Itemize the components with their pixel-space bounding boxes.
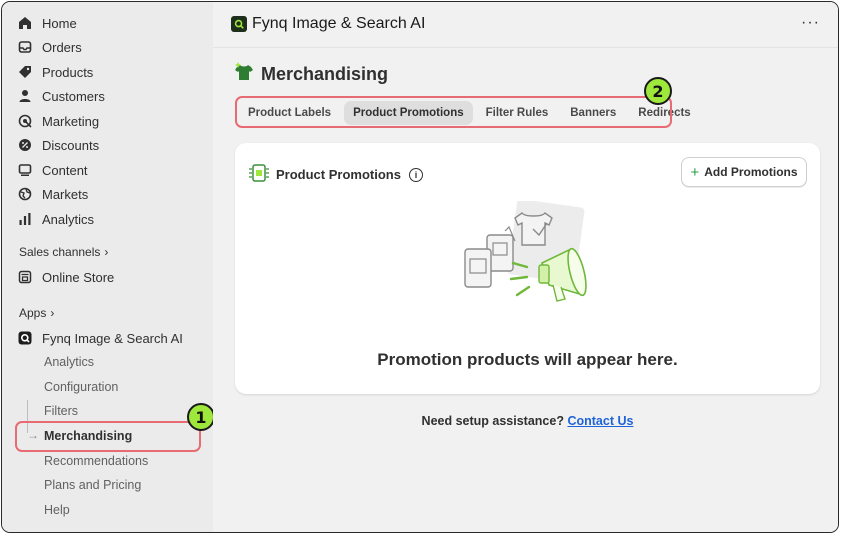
sales-channels-header[interactable]: Sales channels › [19,245,108,259]
sidebar-item-customers[interactable]: Customers [18,85,203,107]
tshirt-sparkle-icon [233,62,255,87]
sidebar-item-label: Products [42,64,94,80]
sidebar-item-label: Discounts [42,137,100,153]
more-actions-button[interactable]: ··· [801,14,820,32]
content-icon [18,163,32,177]
sidebar-subitem-recommendations[interactable]: Recommendations [44,451,148,471]
empty-state-message: Promotion products will appear here. [377,350,678,369]
sidebar-item-orders[interactable]: Orders [18,36,203,58]
sidebar-item-analytics[interactable]: Analytics [18,208,203,230]
page-title: Merchandising [233,62,388,87]
orders-icon [18,40,32,54]
sidebar-item-home[interactable]: Home [18,12,203,34]
apps-header[interactable]: Apps › [19,306,54,320]
sidebar-item-label: Online Store [42,269,115,285]
sidebar-subitem-analytics[interactable]: Analytics [44,352,94,372]
sidebar-subitem-help[interactable]: Help [44,500,70,520]
sidebar-item-label: Analytics [42,211,95,227]
sidebar-item-marketing[interactable]: Marketing [18,110,203,132]
setup-assistance: Need setup assistance? Contact Us [421,414,634,428]
fynq-logo-icon [18,331,32,345]
info-icon[interactable]: i [408,167,423,182]
sidebar-subitem-plans-and-pricing[interactable]: Plans and Pricing [44,475,141,495]
person-icon [18,89,32,103]
sidebar-item-discounts[interactable]: Discounts [18,134,203,156]
sidebar-item-label: Orders [42,39,82,55]
sidebar-item-label: Markets [42,186,89,202]
sidebar-subitem-configuration[interactable]: Configuration [44,377,118,397]
sidebar-item-label: Marketing [42,113,100,129]
main-content: Fynq Image & Search AI ··· Merchandising… [213,2,838,532]
contact-us-link[interactable]: Contact Us [567,414,633,428]
add-promotions-button[interactable]: + Add Promotions [681,157,807,187]
sidebar: Home Orders Products Customers Marketing… [2,2,215,532]
globe-icon [18,187,32,201]
discount-icon [18,138,32,152]
sidebar-item-label: Content [42,162,88,178]
empty-state-illustration [464,201,587,302]
app-title: Fynq Image & Search AI [231,15,425,33]
sidebar-item-fynq-app[interactable]: Fynq Image & Search AI [18,327,203,349]
plus-icon: + [690,163,700,181]
promotion-icon [248,163,270,186]
highlight-merchandising [15,421,201,452]
highlight-tabs [235,96,672,128]
app-header: Fynq Image & Search AI ··· [213,2,838,48]
card-header: Product Promotions i [248,163,423,186]
store-icon [18,270,32,284]
home-icon [18,16,32,30]
chevron-right-icon: › [104,245,109,259]
fynq-logo-icon [231,16,247,32]
sidebar-subitem-filters[interactable]: Filters [44,401,78,421]
tag-icon [18,65,32,79]
sidebar-item-content[interactable]: Content [18,159,203,181]
target-icon [18,114,32,128]
bar-chart-icon [18,212,32,226]
sidebar-item-products[interactable]: Products [18,61,203,83]
step-badge-2: 2 [644,77,672,105]
sidebar-item-label: Customers [42,88,105,104]
step-badge-1: 1 [187,403,215,431]
sidebar-item-markets[interactable]: Markets [18,183,203,205]
promotions-card: Product Promotions i + Add Promotions Pr… [235,143,820,394]
sidebar-item-label: Home [42,15,77,31]
sidebar-item-online-store[interactable]: Online Store [18,266,203,288]
sidebar-item-label: Fynq Image & Search AI [42,330,183,346]
chevron-right-icon: › [50,306,55,320]
app-window: Home Orders Products Customers Marketing… [1,1,839,533]
